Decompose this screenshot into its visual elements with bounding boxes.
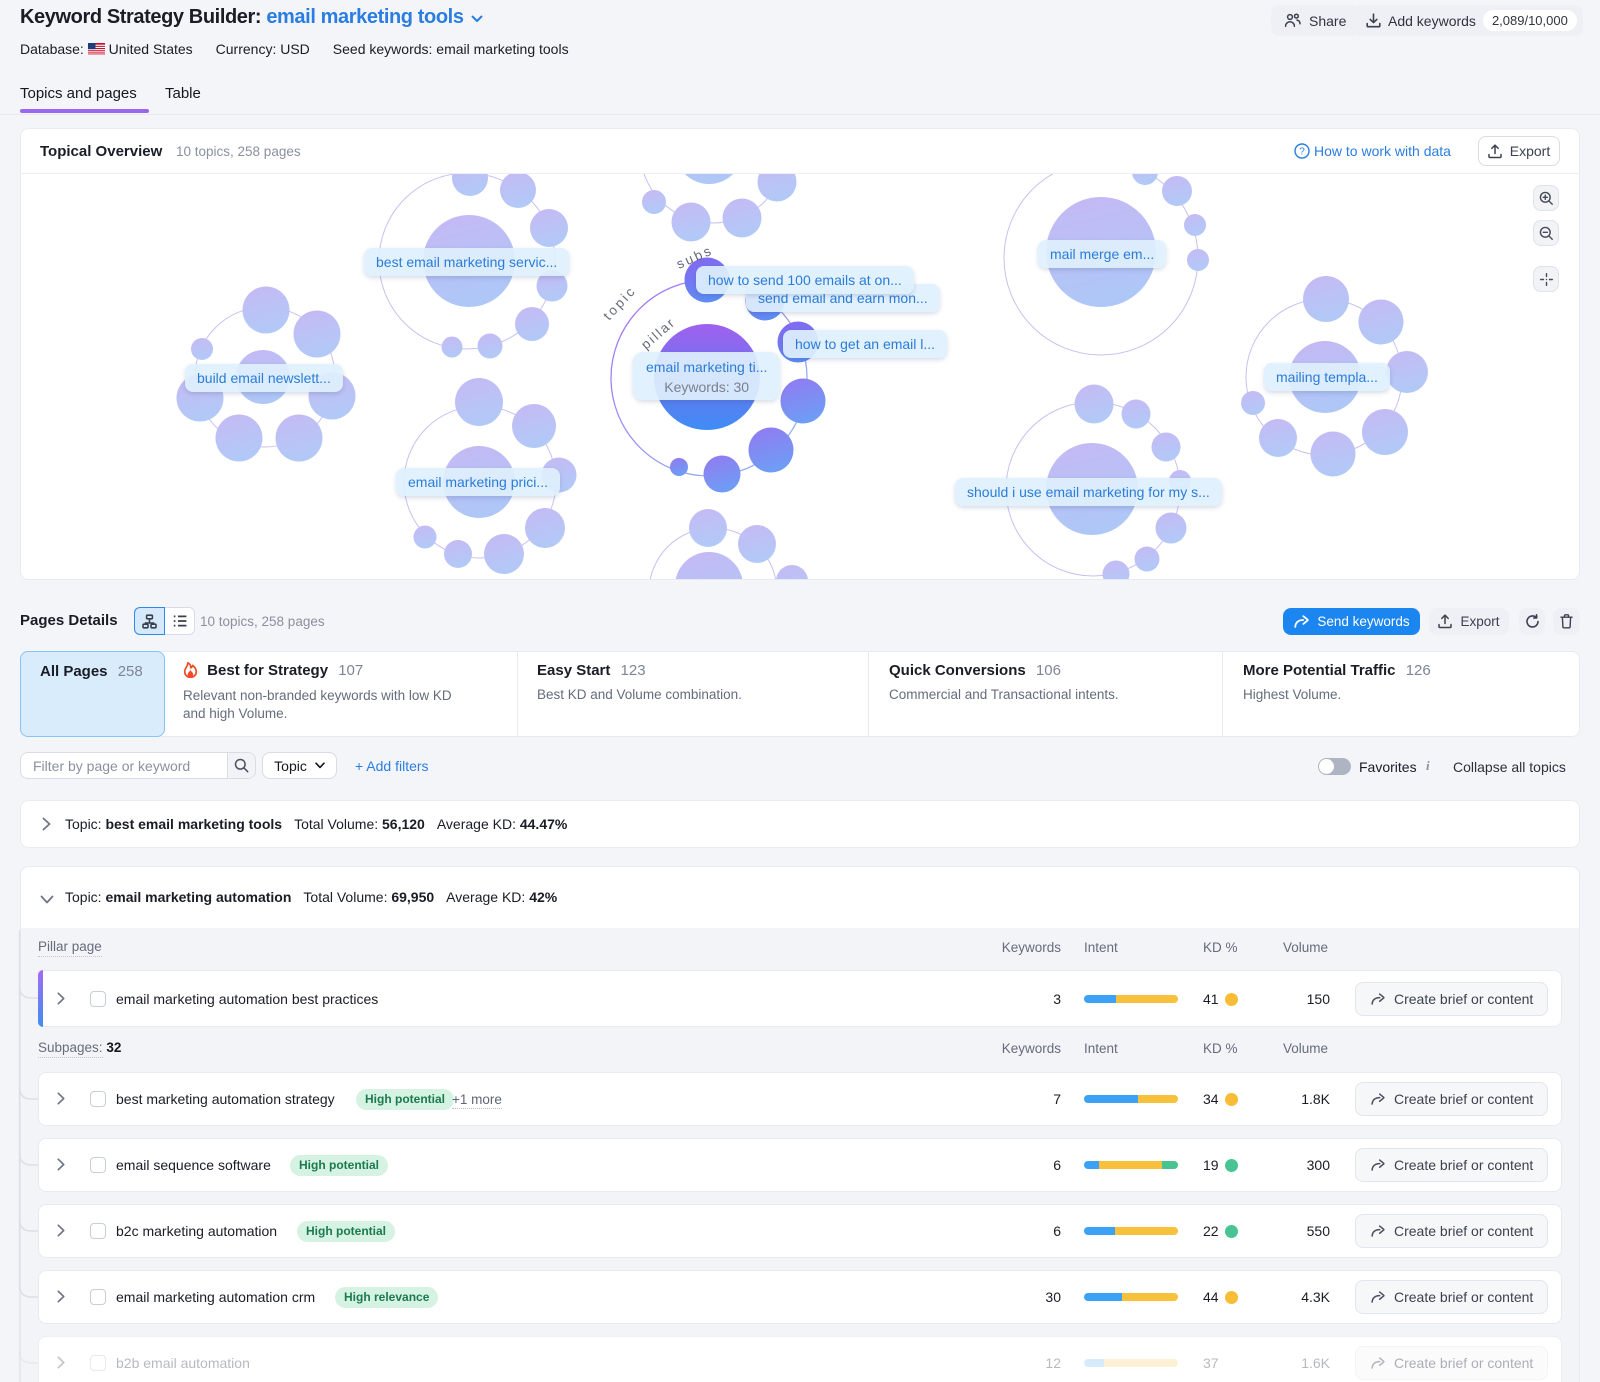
svg-text:?: ? xyxy=(1299,147,1305,158)
svg-text:topic: topic xyxy=(600,283,639,323)
